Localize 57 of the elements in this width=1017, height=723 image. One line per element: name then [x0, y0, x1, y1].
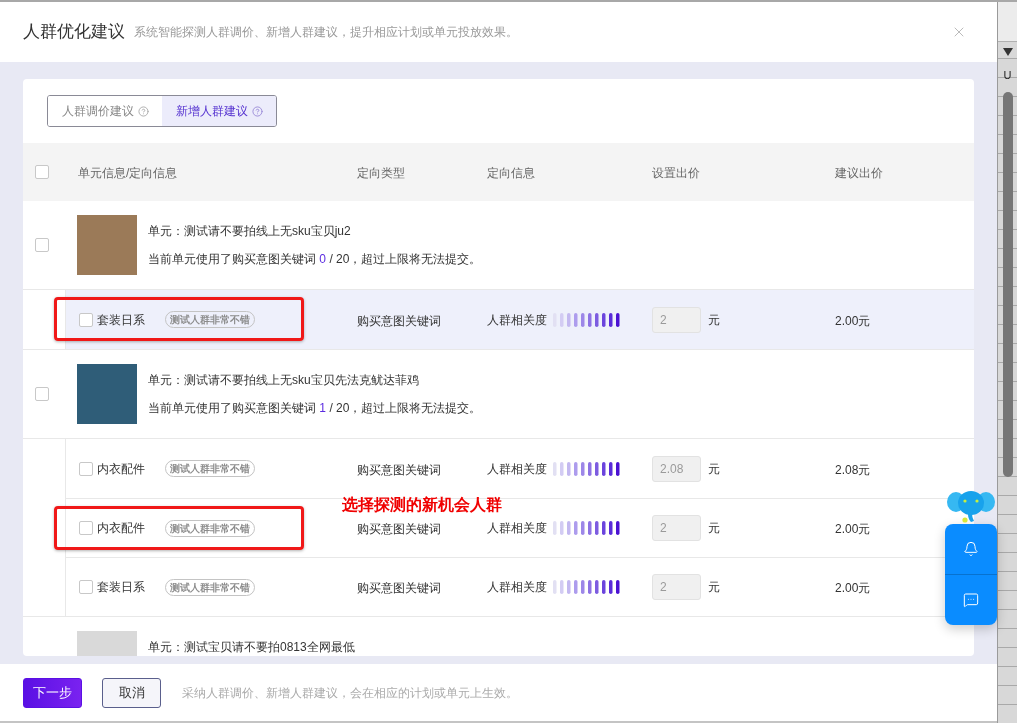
column-letter: U: [1003, 68, 1012, 82]
relevance-label: 人群相关度: [487, 520, 547, 537]
column-header: 设置出价: [652, 166, 700, 180]
checkbox[interactable]: [35, 238, 49, 252]
unit-title: 单元：测试请不要拍线上无sku宝贝ju2: [148, 223, 352, 240]
relevance-label: 人群相关度: [487, 311, 547, 329]
checkbox[interactable]: [79, 521, 93, 535]
audience-name: 套装日系: [97, 311, 145, 329]
dialog-title: 人群优化建议: [23, 21, 125, 44]
column-header: 定向类型: [357, 166, 405, 180]
suggested-bid: 2.00元: [835, 581, 871, 595]
dialog-subtitle: 系统智能探测人群调价、新增人群建议，提升相应计划或单元投放效果。: [134, 24, 518, 41]
photo-placeholder: [77, 364, 137, 424]
help-icon: [137, 105, 149, 117]
currency-unit: 元: [708, 579, 720, 596]
suggested-bid: 2.00元: [835, 313, 871, 328]
currency-unit: 元: [708, 520, 720, 537]
photo-placeholder: [77, 215, 137, 275]
next-step-button[interactable]: 下一步: [23, 677, 82, 708]
chat-icon: [963, 592, 979, 608]
audience-name: 套装日系: [97, 579, 145, 596]
suggested-bid: 2.08元: [835, 462, 871, 477]
help-icon: [251, 105, 263, 117]
currency-unit: 元: [708, 460, 720, 478]
unit-title: 单元：测试宝贝请不要拍0813全网最低: [148, 639, 355, 656]
relevance-bars-icon: [553, 461, 620, 476]
keyword-usage-note: 当前单元使用了购买意图关键词 1 / 20，超过上限将无法提交。: [148, 400, 482, 417]
keyword-usage-note: 当前单元使用了购买意图关键词 0 / 20，超过上限将无法提交。: [148, 251, 482, 268]
annotation-text: 选择探测的新机会人群: [342, 495, 502, 515]
targeting-type: 购买意图关键词: [357, 581, 441, 595]
checkbox[interactable]: [35, 165, 49, 179]
relevance-bars-icon: [553, 312, 620, 327]
bell-icon: [963, 541, 979, 557]
suggested-bid: 2.00元: [835, 522, 871, 536]
unit-title: 单元：测试请不要拍线上无sku宝贝先法克鱿达菲鸡: [148, 372, 420, 389]
targeting-type: 购买意图关键词: [357, 522, 441, 536]
checkbox[interactable]: [79, 461, 93, 476]
checkbox[interactable]: [35, 387, 49, 401]
dropdown-caret-icon: [1002, 48, 1013, 56]
footer-hint: 采纳人群调价、新增人群建议，会在相应的计划或单元上生效。: [182, 684, 518, 702]
audience-name: 内衣配件: [97, 520, 145, 537]
column-header: 建议出价: [835, 166, 883, 180]
relevance-label: 人群相关度: [487, 579, 547, 596]
audience-name: 内衣配件: [97, 460, 145, 478]
relevance-bars-icon: [553, 521, 620, 535]
targeting-type: 购买意图关键词: [357, 313, 441, 328]
relevance-bars-icon: [553, 580, 620, 594]
cancel-button[interactable]: 取消: [102, 677, 161, 708]
elephant-mascot-icon: [946, 489, 996, 524]
column-header: 定向信息: [487, 166, 535, 180]
checkbox[interactable]: [79, 312, 93, 327]
checkbox[interactable]: [79, 580, 93, 594]
tab[interactable]: 新增人群建议: [162, 96, 276, 126]
column-header: 单元信息/定向信息: [78, 166, 178, 180]
relevance-label: 人群相关度: [487, 460, 547, 478]
currency-unit: 元: [708, 311, 720, 329]
targeting-type: 购买意图关键词: [357, 462, 441, 477]
